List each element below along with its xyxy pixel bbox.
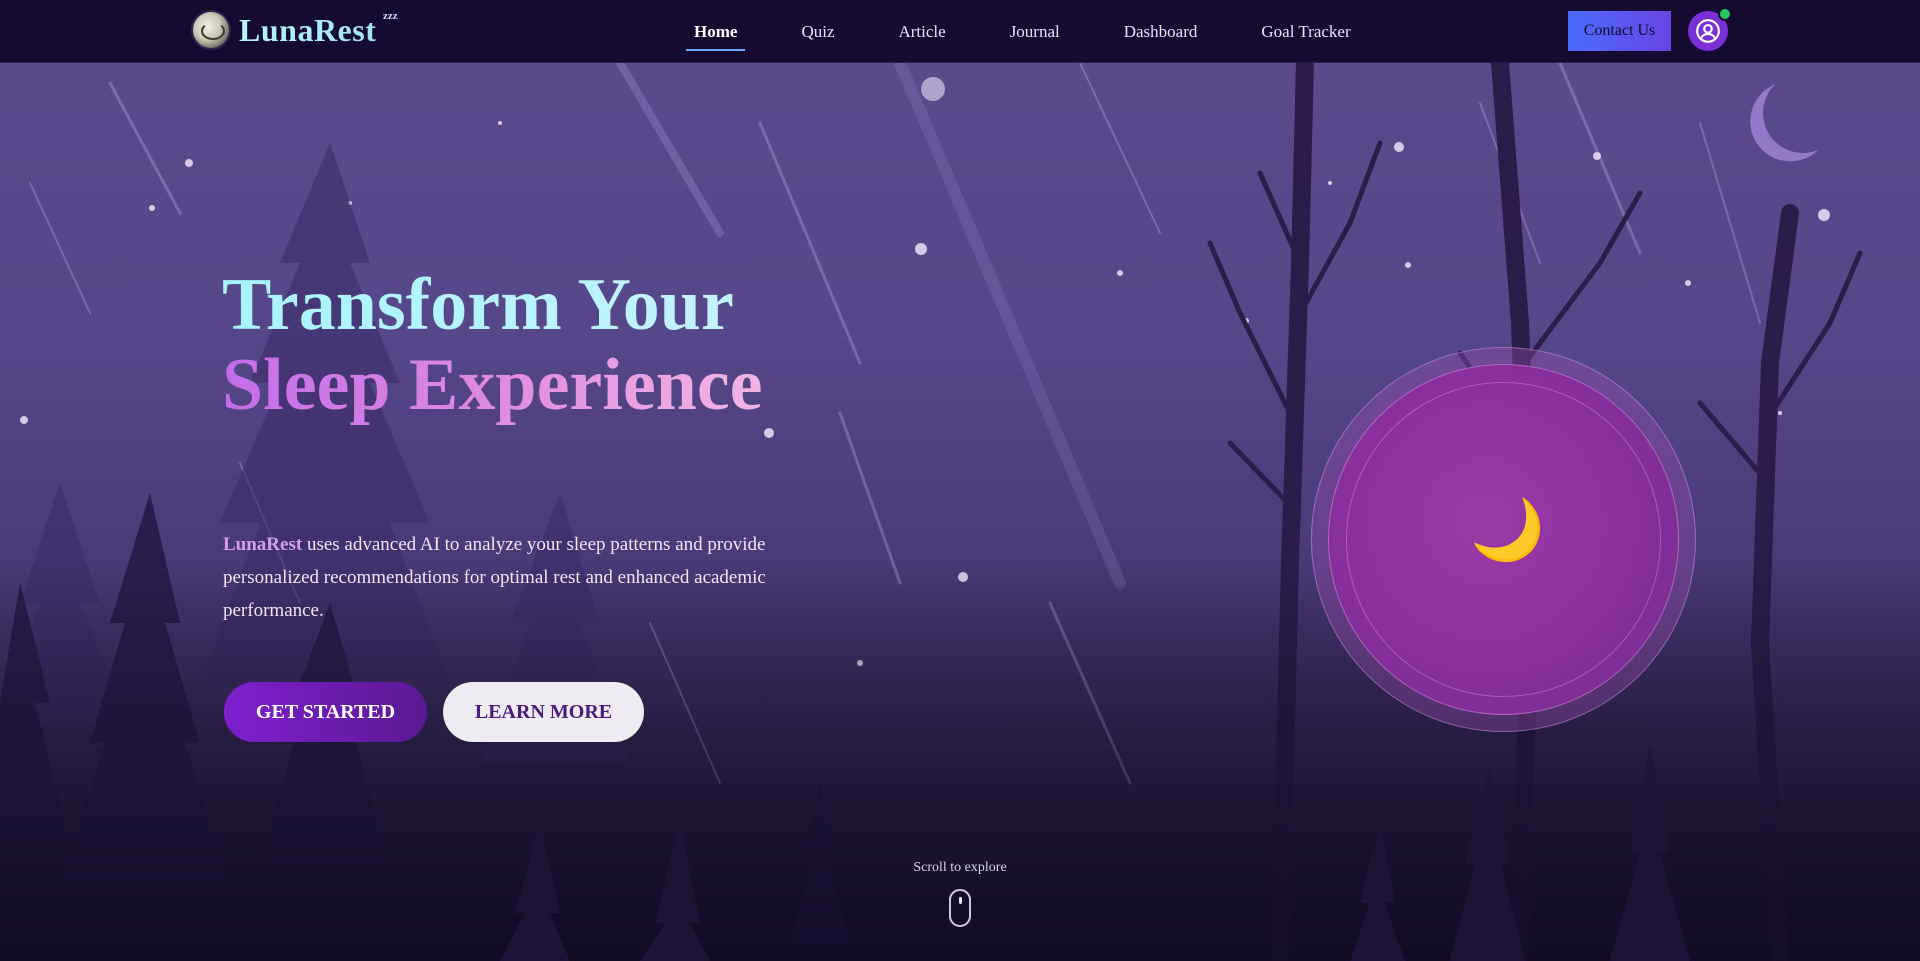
- contact-us-button[interactable]: Contact Us: [1568, 11, 1671, 51]
- nav-item-home[interactable]: Home: [686, 16, 746, 51]
- brand-zzz-badge: zzz: [383, 10, 398, 22]
- moon-globe-logo-icon: [193, 12, 229, 48]
- user-circle-icon: [1696, 19, 1720, 43]
- scroll-mouse-icon[interactable]: [949, 889, 971, 927]
- hero-headline: Transform Your Sleep Experience: [222, 265, 763, 425]
- brand[interactable]: LunaRest zzz: [193, 10, 398, 49]
- nav-item-goal-tracker[interactable]: Goal Tracker: [1253, 16, 1358, 48]
- learn-more-button[interactable]: LEARN MORE: [443, 682, 644, 742]
- nav-item-quiz[interactable]: Quiz: [793, 16, 842, 48]
- top-navbar: LunaRest zzz Home Quiz Article Journal D…: [0, 0, 1920, 63]
- crescent-moon-icon: 🌙: [1470, 495, 1545, 565]
- online-status-dot: [1718, 7, 1732, 21]
- brand-mention: LunaRest: [223, 534, 303, 555]
- headline-line-1: Transform Your: [222, 265, 763, 345]
- nav-item-article[interactable]: Article: [890, 16, 953, 48]
- nav-item-dashboard[interactable]: Dashboard: [1116, 16, 1206, 48]
- get-started-button[interactable]: GET STARTED: [224, 682, 427, 742]
- headline-line-2: Sleep Experience: [222, 344, 763, 426]
- scroll-hint: Scroll to explore: [913, 860, 1007, 875]
- nav-item-journal[interactable]: Journal: [1002, 16, 1068, 48]
- brand-name: LunaRest: [239, 11, 377, 48]
- main-nav: Home Quiz Article Journal Dashboard Goal…: [686, 0, 1407, 63]
- hero-description: LunaRest uses advanced AI to analyze you…: [223, 528, 823, 627]
- hero-description-text: uses advanced AI to analyze your sleep p…: [223, 534, 766, 621]
